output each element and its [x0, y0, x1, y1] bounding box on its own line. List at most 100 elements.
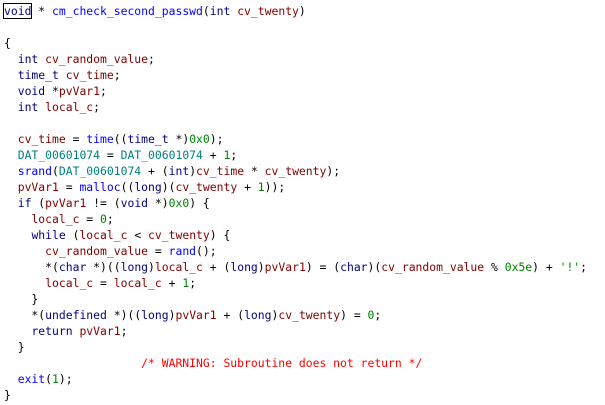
code-text: ;	[113, 68, 121, 82]
variable-token[interactable]: cv_twenty	[265, 164, 327, 178]
code-line[interactable]: exit(1);	[4, 371, 73, 387]
keyword-token[interactable]: while	[31, 228, 65, 242]
code-line[interactable]: }	[4, 387, 11, 403]
keyword-token[interactable]: time_t	[127, 132, 168, 146]
keyword-token[interactable]: long	[230, 260, 257, 274]
variable-token[interactable]: pvVar1	[18, 180, 59, 194]
code-line[interactable]: int local_c;	[4, 99, 100, 115]
code-line[interactable]: time_t cv_time;	[4, 67, 121, 83]
constant-token[interactable]: 0x0	[189, 132, 210, 146]
constant-token[interactable]: 0x5e	[505, 260, 532, 274]
code-text: *	[31, 4, 53, 18]
keyword-token[interactable]: return	[31, 324, 72, 338]
variable-token[interactable]: local_c	[114, 276, 162, 290]
function-token[interactable]: srand	[18, 164, 52, 178]
keyword-token[interactable]: void	[18, 84, 45, 98]
variable-token[interactable]: cv_random_value	[45, 244, 148, 258]
variable-token[interactable]: cv_twenty	[148, 228, 210, 242]
code-line[interactable]: srand(DAT_00601074 + (int)cv_time * cv_t…	[4, 163, 340, 179]
function-token[interactable]: cm_check_second_passwd	[52, 4, 203, 18]
code-text: *(	[4, 308, 46, 322]
variable-token[interactable]: pvVar1	[175, 308, 216, 322]
keyword-token[interactable]: long	[134, 180, 161, 194]
code-line[interactable]: *(undefined *)((long)pvVar1 + (long)cv_t…	[4, 307, 381, 323]
variable-token[interactable]: local_c	[155, 260, 203, 274]
decompiler-code-view[interactable]: void * cm_check_second_passwd(int cv_twe…	[0, 0, 605, 405]
variable-token[interactable]: pvVar1	[79, 324, 120, 338]
code-line[interactable]: pvVar1 = malloc((long)(cv_twenty + 1));	[4, 179, 286, 195]
code-line[interactable]: DAT_00601074 = DAT_00601074 + 1;	[4, 147, 237, 163]
variable-token[interactable]: cv_twenty	[175, 180, 237, 194]
variable-token[interactable]: local_c	[45, 276, 93, 290]
keyword-token[interactable]: char	[59, 260, 86, 274]
variable-token[interactable]: local_c	[31, 212, 79, 226]
variable-token[interactable]: cv_time	[66, 68, 114, 82]
code-line[interactable]: if (pvVar1 != (void *)0x0) {	[4, 195, 210, 211]
code-line[interactable]: int cv_random_value;	[4, 51, 155, 67]
code-line[interactable]: while (local_c < cv_twenty) {	[4, 227, 230, 243]
keyword-token[interactable]: int	[18, 52, 39, 66]
variable-token[interactable]: cv_random_value	[45, 52, 148, 66]
keyword-token[interactable]: long	[141, 308, 168, 322]
constant-token[interactable]: 0	[100, 212, 107, 226]
keyword-token[interactable]: long	[121, 260, 148, 274]
code-line[interactable]: local_c = local_c + 1;	[4, 275, 196, 291]
keyword-token[interactable]: long	[244, 308, 271, 322]
constant-token[interactable]: 1	[52, 372, 59, 386]
code-line[interactable]: /* WARNING: Subroutine does not return *…	[4, 355, 422, 371]
code-line[interactable]: }	[4, 339, 25, 355]
code-text: )(	[161, 180, 176, 194]
keyword-token[interactable]: int	[169, 164, 190, 178]
variable-token[interactable]: local_c	[45, 100, 93, 114]
constant-token[interactable]: 0x0	[169, 196, 190, 210]
keyword-token[interactable]: undefined	[45, 308, 107, 322]
code-line[interactable]: return pvVar1;	[4, 323, 127, 339]
code-text: ) = (	[305, 260, 341, 274]
global-token[interactable]: DAT_00601074	[18, 148, 100, 162]
function-token[interactable]: malloc	[79, 180, 120, 194]
code-text: ) {	[209, 228, 231, 242]
variable-token[interactable]: pvVar1	[59, 84, 100, 98]
keyword-token[interactable]: int	[18, 100, 39, 114]
keyword-token[interactable]: if	[18, 196, 32, 210]
keyword-token[interactable]: time_t	[18, 68, 59, 82]
variable-token[interactable]: cv_time	[18, 132, 66, 146]
keyword-token[interactable]: int	[210, 4, 231, 18]
comment-token[interactable]: /* WARNING: Subroutine does not return *…	[141, 356, 422, 370]
code-text: +	[161, 276, 183, 290]
code-line[interactable]: void *pvVar1;	[4, 83, 107, 99]
global-token[interactable]: DAT_00601074	[59, 164, 141, 178]
code-line[interactable]: }	[4, 291, 38, 307]
code-line[interactable]: cv_time = time((time_t *)0x0);	[4, 131, 224, 147]
variable-token[interactable]: pvVar1	[265, 260, 306, 274]
constant-token[interactable]: '!'	[560, 260, 581, 274]
code-line[interactable]: {	[4, 35, 11, 51]
variable-token[interactable]: cv_twenty	[278, 308, 340, 322]
variable-token[interactable]: cv_random_value	[381, 260, 484, 274]
keyword-token[interactable]: char	[340, 260, 367, 274]
variable-token[interactable]: cv_twenty	[237, 4, 299, 18]
code-text: (	[202, 4, 210, 18]
code-text: (	[65, 228, 80, 242]
keyword-token[interactable]: void	[121, 196, 148, 210]
code-line[interactable]: void * cm_check_second_passwd(int cv_twe…	[2, 3, 306, 19]
keyword-token[interactable]: void	[2, 3, 33, 19]
function-token[interactable]: exit	[18, 372, 45, 386]
function-token[interactable]: time	[86, 132, 113, 146]
variable-token[interactable]: local_c	[79, 228, 127, 242]
variable-token[interactable]: cv_time	[196, 164, 244, 178]
code-line[interactable]: local_c = 0;	[4, 211, 113, 227]
global-token[interactable]: DAT_00601074	[121, 148, 203, 162]
function-token[interactable]: rand	[169, 244, 196, 258]
variable-token[interactable]: pvVar1	[45, 196, 86, 210]
code-line[interactable]: cv_random_value = rand();	[4, 243, 216, 259]
constant-token[interactable]: 1	[258, 180, 265, 194]
code-line[interactable]: *(char *)((long)local_c + (long)pvVar1) …	[4, 259, 587, 275]
